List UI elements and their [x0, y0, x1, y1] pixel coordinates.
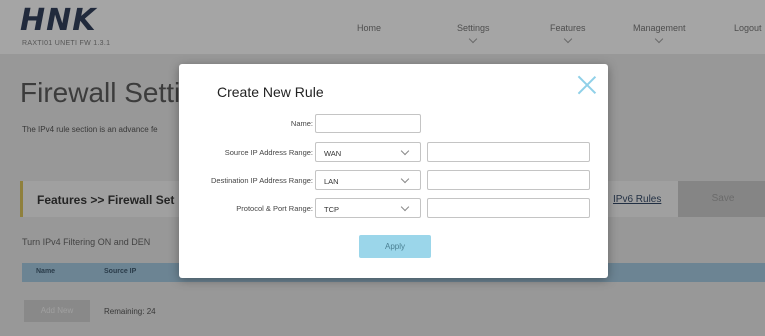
destination-ip-range-input[interactable]	[427, 170, 590, 190]
chevron-down-icon	[400, 202, 410, 212]
name-input[interactable]	[315, 114, 421, 133]
destination-ip-range-select[interactable]: LAN	[315, 170, 421, 190]
source-ip-range-label: Source IP Address Range:	[224, 148, 313, 157]
apply-button[interactable]: Apply	[359, 235, 431, 258]
name-label: Name:	[290, 119, 313, 128]
close-icon[interactable]	[577, 75, 597, 95]
protocol-select-value: TCP	[324, 205, 339, 214]
port-range-input[interactable]	[427, 198, 590, 218]
destination-select-value: LAN	[324, 177, 339, 186]
chevron-down-icon	[400, 174, 410, 184]
source-select-value: WAN	[324, 149, 342, 158]
source-ip-range-input[interactable]	[427, 142, 590, 162]
create-rule-dialog: Create New Rule Name: Source IP Address …	[179, 64, 608, 278]
chevron-down-icon	[400, 146, 410, 156]
protocol-select[interactable]: TCP	[315, 198, 421, 218]
source-ip-range-select[interactable]: WAN	[315, 142, 421, 162]
dialog-title: Create New Rule	[217, 84, 324, 100]
destination-ip-range-label: Destination IP Address Range:	[210, 176, 313, 185]
protocol-port-range-label: Protocol & Port Range:	[236, 204, 313, 213]
